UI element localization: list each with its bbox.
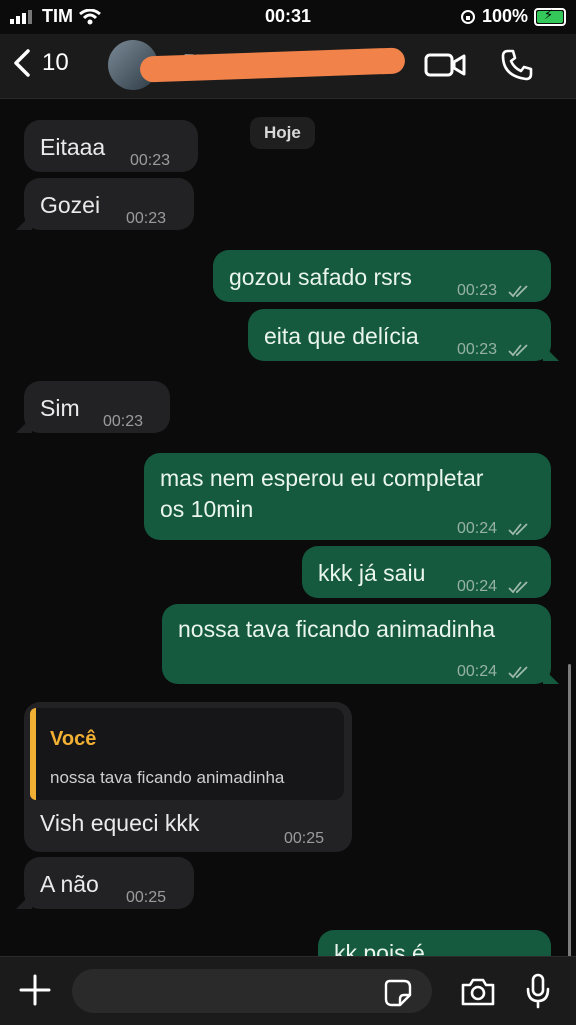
outgoing-message[interactable]: nossa tava ficando animadinha 00:24	[162, 604, 559, 687]
quote-author: Você	[50, 728, 97, 750]
incoming-message[interactable]: A não 00:25	[16, 857, 194, 909]
message-text: Vish equeci kkk	[40, 810, 200, 836]
outgoing-message[interactable]: gozou safado rsrs 00:23	[213, 250, 551, 302]
message-time: 00:23	[457, 275, 532, 306]
message-time: 00:23	[130, 152, 171, 169]
message-time: 00:23	[126, 210, 167, 227]
message-text: kk pois é	[334, 940, 425, 956]
double-check-icon	[507, 581, 528, 594]
sticker-icon[interactable]	[384, 979, 412, 1007]
status-bar: TIM 00:31 100% ⚡	[0, 0, 576, 34]
message-text-line: os 10min	[160, 496, 254, 522]
double-check-icon	[507, 344, 528, 357]
outgoing-message[interactable]: mas nem esperou eu completar os 10min 00…	[144, 453, 551, 540]
composer-bar	[0, 956, 576, 1025]
message-time: 00:25	[126, 889, 167, 906]
message-text: A não	[40, 871, 99, 897]
message-time: 00:25	[284, 830, 325, 847]
outgoing-message[interactable]: eita que delícia 00:23	[248, 309, 559, 361]
quote-text: nossa tava ficando animadinha	[50, 768, 285, 787]
message-text: nossa tava ficando animadinha	[178, 616, 496, 642]
message-time: 00:23	[103, 413, 144, 430]
battery-icon: ⚡	[534, 7, 566, 26]
message-time: 00:24	[457, 656, 532, 687]
message-input[interactable]	[72, 969, 432, 1013]
incoming-reply-message[interactable]: Você nossa tava ficando animadinha Vish …	[24, 702, 352, 852]
double-check-icon	[507, 523, 528, 536]
double-check-icon	[507, 285, 528, 298]
video-call-icon[interactable]	[424, 50, 466, 80]
quoted-message[interactable]: Você nossa tava ficando animadinha	[30, 708, 344, 800]
plus-icon[interactable]	[18, 973, 52, 1007]
message-text-line: mas nem esperou eu completar	[160, 465, 484, 491]
message-text: Gozei	[40, 192, 101, 218]
scrollbar[interactable]	[568, 664, 571, 956]
incoming-message[interactable]: Eitaaa 00:23	[24, 120, 198, 172]
chevron-left-icon	[14, 49, 30, 77]
message-text: Eitaaa	[40, 134, 106, 160]
microphone-icon[interactable]	[526, 973, 550, 1009]
battery-percent: 100%	[481, 6, 528, 26]
unread-count: 10	[42, 49, 69, 76]
chat-header: 10 +55 ... -8	[0, 34, 576, 99]
message-text: kkk já saiu	[318, 560, 426, 586]
outgoing-message[interactable]: kk pois é	[318, 930, 551, 956]
outgoing-message[interactable]: kkk já saiu 00:24	[302, 546, 551, 598]
incoming-message[interactable]: Gozei 00:23	[16, 178, 194, 230]
message-time: 00:23	[457, 334, 532, 365]
chat-area[interactable]: Hoje Eitaaa 00:23 Gozei 00:23 gozou safa…	[0, 99, 576, 956]
double-check-icon	[507, 666, 528, 679]
message-time: 00:24	[457, 571, 532, 602]
back-button[interactable]: 10	[12, 48, 69, 78]
message-text: Sim	[40, 395, 80, 421]
message-text: gozou safado rsrs	[229, 264, 412, 290]
incoming-message[interactable]: Sim 00:23	[16, 381, 170, 433]
rotation-lock-icon	[460, 9, 475, 24]
date-chip: Hoje	[250, 117, 315, 149]
phone-call-icon[interactable]	[500, 48, 534, 82]
camera-icon[interactable]	[460, 977, 496, 1007]
message-text: mas nem esperou eu completar os 10min	[160, 463, 483, 525]
status-right: 100% ⚡	[460, 6, 566, 27]
message-time: 00:24	[457, 513, 532, 544]
message-text: eita que delícia	[264, 323, 419, 349]
